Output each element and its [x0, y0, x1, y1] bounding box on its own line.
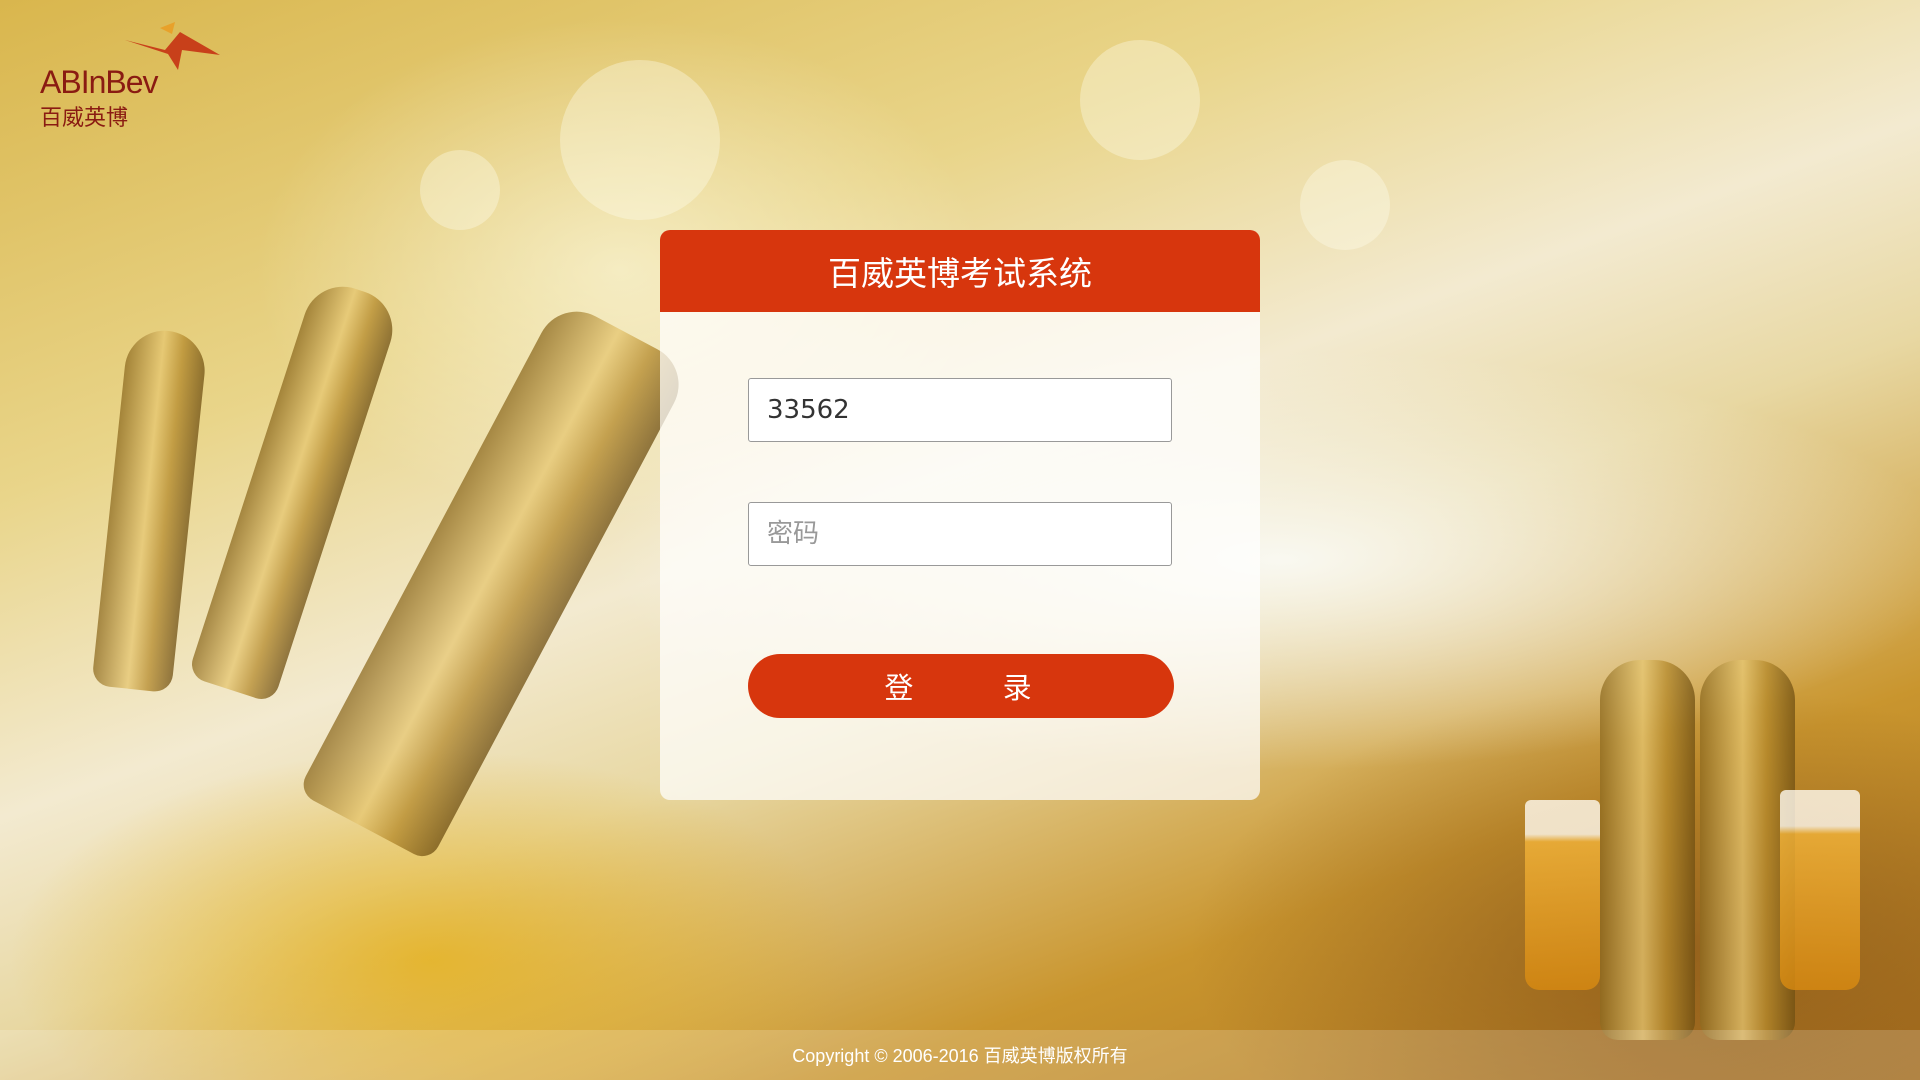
brand-name-cn: 百威英博 — [40, 106, 129, 131]
footer: Copyright © 2006-2016 百威英博版权所有 — [0, 1030, 1920, 1080]
copyright-text: Copyright © 2006-2016 百威英博版权所有 — [792, 1046, 1128, 1066]
login-header: 百威英博考试系统 — [660, 230, 1260, 312]
page-title: 百威英博考试系统 — [828, 254, 1092, 293]
brand-name: ABInBev — [40, 64, 159, 100]
background-bottle — [91, 326, 209, 694]
background-bubble — [560, 60, 720, 220]
background-bottle — [1600, 660, 1695, 1040]
background-bubble — [1300, 160, 1390, 250]
password-input[interactable] — [748, 502, 1172, 566]
background-glass — [1525, 800, 1600, 990]
login-card: 百威英博考试系统 登 录 — [660, 230, 1260, 800]
background-bubble — [1080, 40, 1200, 160]
background-bottle — [187, 276, 403, 704]
username-input[interactable] — [748, 378, 1172, 442]
login-button[interactable]: 登 录 — [748, 654, 1174, 718]
background-bubble — [420, 150, 500, 230]
brand-logo: ABInBev 百威英博 — [40, 20, 240, 131]
background-glass — [1780, 790, 1860, 990]
